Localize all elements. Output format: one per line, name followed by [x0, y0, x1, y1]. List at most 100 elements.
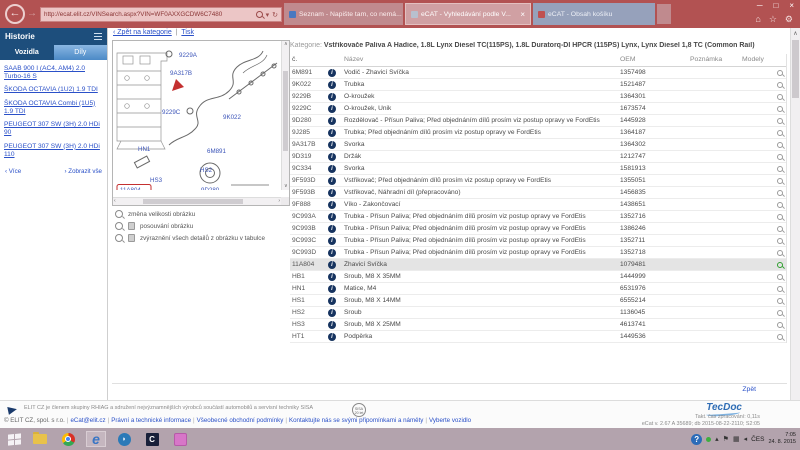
magnifier-icon[interactable]	[777, 106, 783, 112]
home-icon[interactable]: ⌂	[755, 13, 760, 25]
vehicle-history-link[interactable]: PEUGEOT 307 SW (3H) 2.0 HDi 110	[4, 143, 103, 159]
favorites-star-icon[interactable]: ☆	[769, 13, 777, 25]
table-row[interactable]: 9F593DiVstřikovač; Před objednáním dílů …	[290, 175, 786, 187]
diagram-callout-HS3[interactable]: HS3	[150, 177, 163, 184]
diagram-callout-9229C[interactable]: 9229C	[162, 109, 181, 116]
info-icon[interactable]: i	[328, 129, 336, 137]
table-row[interactable]: 9D319iDržák1212747	[290, 151, 786, 163]
table-row[interactable]: 9229CiO-kroužek, Únik1673574	[290, 103, 786, 115]
diagram-callout-6M891[interactable]: 6M891	[207, 148, 226, 155]
footer-link[interactable]: eCat@elit.cz	[70, 417, 105, 424]
table-row[interactable]: 9C993CiTrubka - Přísun Paliva; Před obje…	[290, 235, 786, 247]
scroll-down-icon[interactable]: ∨	[284, 184, 288, 189]
magnifier-icon[interactable]	[777, 94, 783, 100]
magnifier-icon[interactable]	[777, 202, 783, 208]
engine-diagram[interactable]: 9229A9A317B9229C9K022HN16M891HS2HS311A80…	[113, 41, 281, 190]
magnifier-icon[interactable]	[777, 250, 783, 256]
search-icon[interactable]	[256, 11, 263, 18]
diagram-vertical-scrollbar[interactable]: ∧ ∨	[281, 41, 289, 190]
magnifier-icon[interactable]	[777, 154, 783, 160]
table-row[interactable]: 9A317BiSvorka1364302	[290, 139, 786, 151]
magnifier-icon[interactable]	[777, 130, 783, 136]
info-icon[interactable]: i	[328, 285, 336, 293]
magnifier-icon[interactable]	[777, 322, 783, 328]
scroll-up-icon[interactable]: ∧	[791, 30, 800, 37]
magnifier-icon[interactable]	[777, 190, 783, 196]
forward-button[interactable]: →	[27, 8, 37, 19]
more-link[interactable]: ‹ Více	[5, 168, 21, 175]
table-row[interactable]: HS2iŠroub1136045	[290, 307, 786, 319]
table-row[interactable]: 9C993AiTrubka - Přísun Paliva; Před obje…	[290, 211, 786, 223]
taskbar-clock[interactable]: 7:05 24. 8. 2015	[768, 432, 796, 446]
magnifier-icon[interactable]	[777, 298, 783, 304]
magnifier-icon[interactable]	[777, 214, 783, 220]
table-row[interactable]: 9K022iTrubka1521487	[290, 79, 786, 91]
diagram-callout-9A317B[interactable]: 9A317B	[170, 70, 192, 77]
magnifier-icon[interactable]	[777, 310, 783, 316]
diagram-callout-9D280[interactable]: 9D280	[201, 187, 220, 190]
back-to-categories-link[interactable]: ‹ Zpět na kategorie	[113, 29, 172, 36]
diagram-callout-11A804[interactable]: 11A804	[120, 187, 141, 190]
mail-app-button[interactable]: ◗	[114, 431, 134, 447]
table-row[interactable]: 9C993DiTrubka - Přísun Paliva; Před obje…	[290, 247, 786, 259]
diagram-callout-9K022[interactable]: 9K022	[223, 114, 241, 121]
info-icon[interactable]: i	[328, 213, 336, 221]
magnifier-icon[interactable]	[777, 142, 783, 148]
back-button[interactable]: ←	[5, 4, 25, 24]
info-icon[interactable]: i	[328, 189, 336, 197]
magnifier-icon[interactable]	[777, 262, 783, 268]
table-row[interactable]: 9229BiO-kroužek1364301	[290, 91, 786, 103]
help-icon[interactable]: ?	[691, 434, 702, 445]
scrollbar-thumb[interactable]	[792, 40, 799, 98]
minimize-button[interactable]: ─	[757, 1, 763, 10]
info-icon[interactable]: i	[328, 165, 336, 173]
volume-icon[interactable]: ◂	[744, 435, 748, 443]
show-all-link[interactable]: › Zobrazit vše	[65, 168, 102, 175]
table-row[interactable]: HT1iPodpěrka1449536	[290, 331, 786, 343]
table-row[interactable]: 9J285iTrubka; Před objednáním dílů prosí…	[290, 127, 786, 139]
network-icon[interactable]: ▦	[733, 435, 740, 443]
internet-explorer-button[interactable]: e	[86, 431, 106, 447]
info-icon[interactable]: i	[328, 201, 336, 209]
maximize-button[interactable]: □	[773, 1, 778, 10]
diagram-horizontal-scrollbar[interactable]: ‹ ›	[113, 197, 281, 205]
settings-gear-icon[interactable]: ⚙	[785, 13, 793, 25]
table-row[interactable]: 9C334iSvorka1581913	[290, 163, 786, 175]
magnifier-icon[interactable]	[777, 82, 783, 88]
parts-diagram-panel[interactable]: 9229A9A317B9229C9K022HN16M891HS2HS311A80…	[112, 40, 290, 206]
tab-ecat-cart[interactable]: eCAT - Obsah košíku	[533, 3, 655, 25]
info-icon[interactable]: i	[328, 309, 336, 317]
magnifier-icon[interactable]	[777, 178, 783, 184]
diagram-callout-HS2[interactable]: HS2	[200, 167, 213, 174]
refresh-icon[interactable]: ↻	[272, 11, 278, 19]
pink-app-button[interactable]	[170, 431, 190, 447]
magnifier-icon[interactable]	[777, 286, 783, 292]
info-icon[interactable]: i	[328, 93, 336, 101]
scroll-left-icon[interactable]: ‹	[114, 199, 116, 204]
info-icon[interactable]: i	[328, 249, 336, 257]
chrome-button[interactable]	[58, 431, 78, 447]
magnifier-icon[interactable]	[777, 118, 783, 124]
scroll-up-icon[interactable]: ∧	[284, 42, 288, 47]
hidden-icons-icon[interactable]: ▴	[715, 435, 719, 443]
table-row[interactable]: 9C993BiTrubka - Přísun Paliva; Před obje…	[290, 223, 786, 235]
info-icon[interactable]: i	[328, 225, 336, 233]
chevron-down-icon[interactable]: ▾	[266, 11, 270, 19]
info-icon[interactable]: i	[328, 273, 336, 281]
info-icon[interactable]: i	[328, 177, 336, 185]
table-row[interactable]: 9F593BiVstřikovač, Náhradní díl (přeprac…	[290, 187, 786, 199]
info-icon[interactable]: i	[328, 141, 336, 149]
info-icon[interactable]: i	[328, 117, 336, 125]
table-row[interactable]: HS1iŠroub, M8 X 14MM6555214	[290, 295, 786, 307]
vehicle-history-link[interactable]: ŠKODA OCTAVIA Combi (1U5) 1.9 TDI	[4, 100, 103, 116]
table-row[interactable]: 6M891iVodič - Žhavicí Svíčka1357498	[290, 67, 786, 79]
url-text[interactable]: http://ecat.elit.cz/VINSearch.aspx?VIN=W…	[44, 11, 256, 18]
c-app-button[interactable]: C	[142, 431, 162, 447]
sidebar-tab-vozidla[interactable]: Vozidla	[0, 45, 54, 60]
table-row[interactable]: 9F888iVíko - Zakončovací1438651	[290, 199, 786, 211]
info-icon[interactable]: i	[328, 69, 336, 77]
scrollbar-thumb[interactable]	[143, 199, 243, 204]
new-tab-button[interactable]	[657, 4, 671, 24]
footer-link[interactable]: Kontaktujte nás se svými připomínkami a …	[289, 417, 423, 424]
footer-link[interactable]: Vyberte vozidlo	[429, 417, 471, 424]
